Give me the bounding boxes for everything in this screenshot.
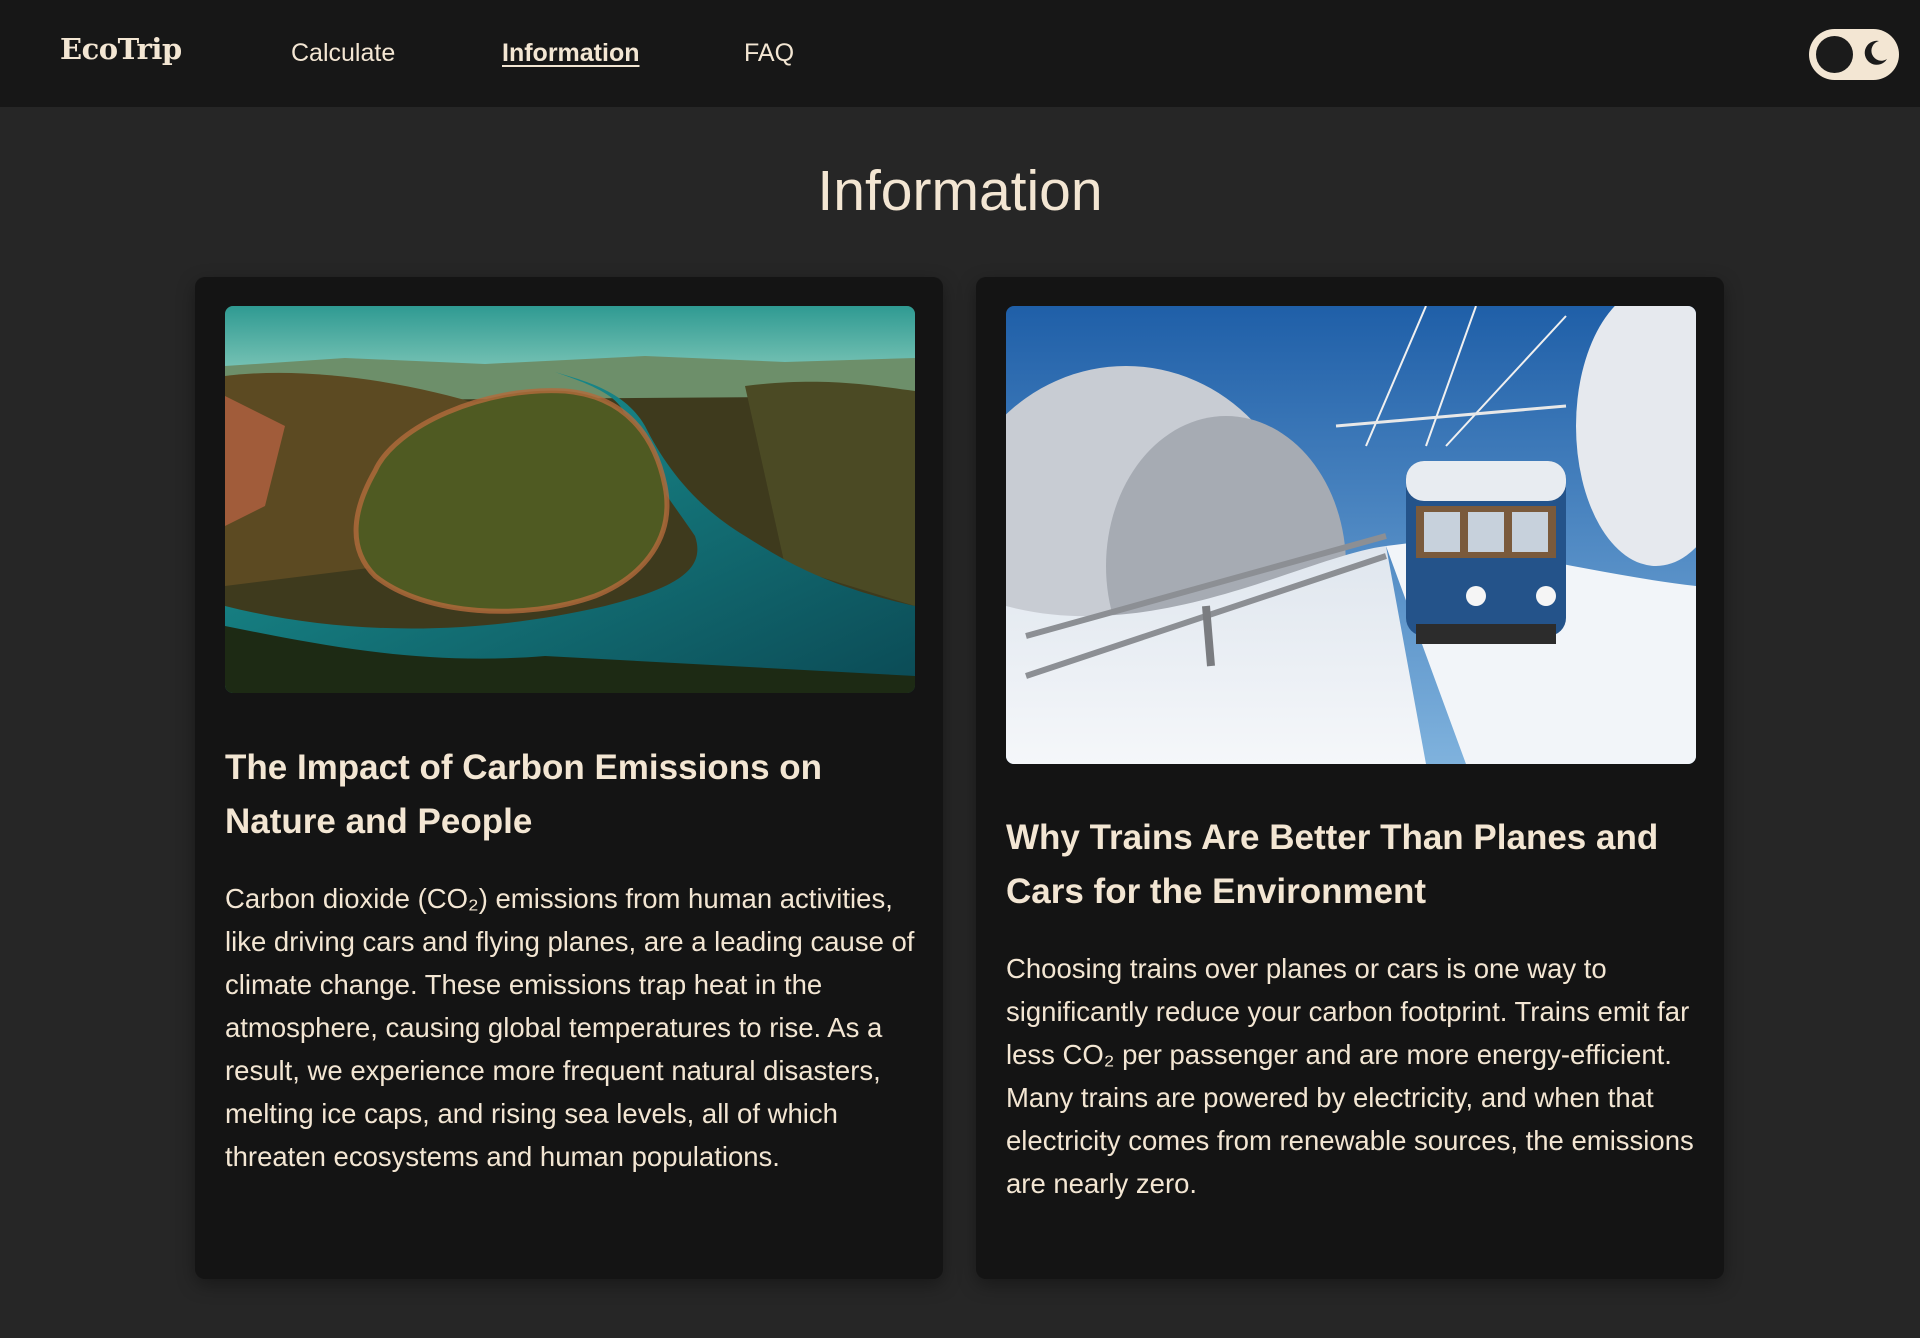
info-card-trains: Why Trains Are Better Than Planes and Ca… [976,277,1724,1279]
snowy-train-photo [1006,306,1696,764]
toggle-knob [1816,36,1853,73]
brand-logo[interactable]: EcoTrip [60,32,182,66]
card-title: Why Trains Are Better Than Planes and Ca… [1006,818,1659,911]
river-bend-forest-photo [225,306,915,693]
nav-link-calculate[interactable]: Calculate [291,39,395,68]
card-body: Carbon dioxide (CO₂) emissions from huma… [225,883,915,1172]
card-title: The Impact of Carbon Emissions on Nature… [225,748,823,841]
moon-icon [1864,40,1887,65]
top-navbar: EcoTrip Calculate Information FAQ [0,0,1920,107]
nav-link-information[interactable]: Information [502,39,640,68]
nav-link-faq[interactable]: FAQ [744,39,794,68]
page-title: Information [817,159,1103,223]
info-card-carbon-emissions: The Impact of Carbon Emissions on Nature… [195,277,943,1279]
theme-toggle[interactable] [1809,29,1899,80]
card-body: Choosing trains over planes or cars is o… [1006,953,1694,1199]
